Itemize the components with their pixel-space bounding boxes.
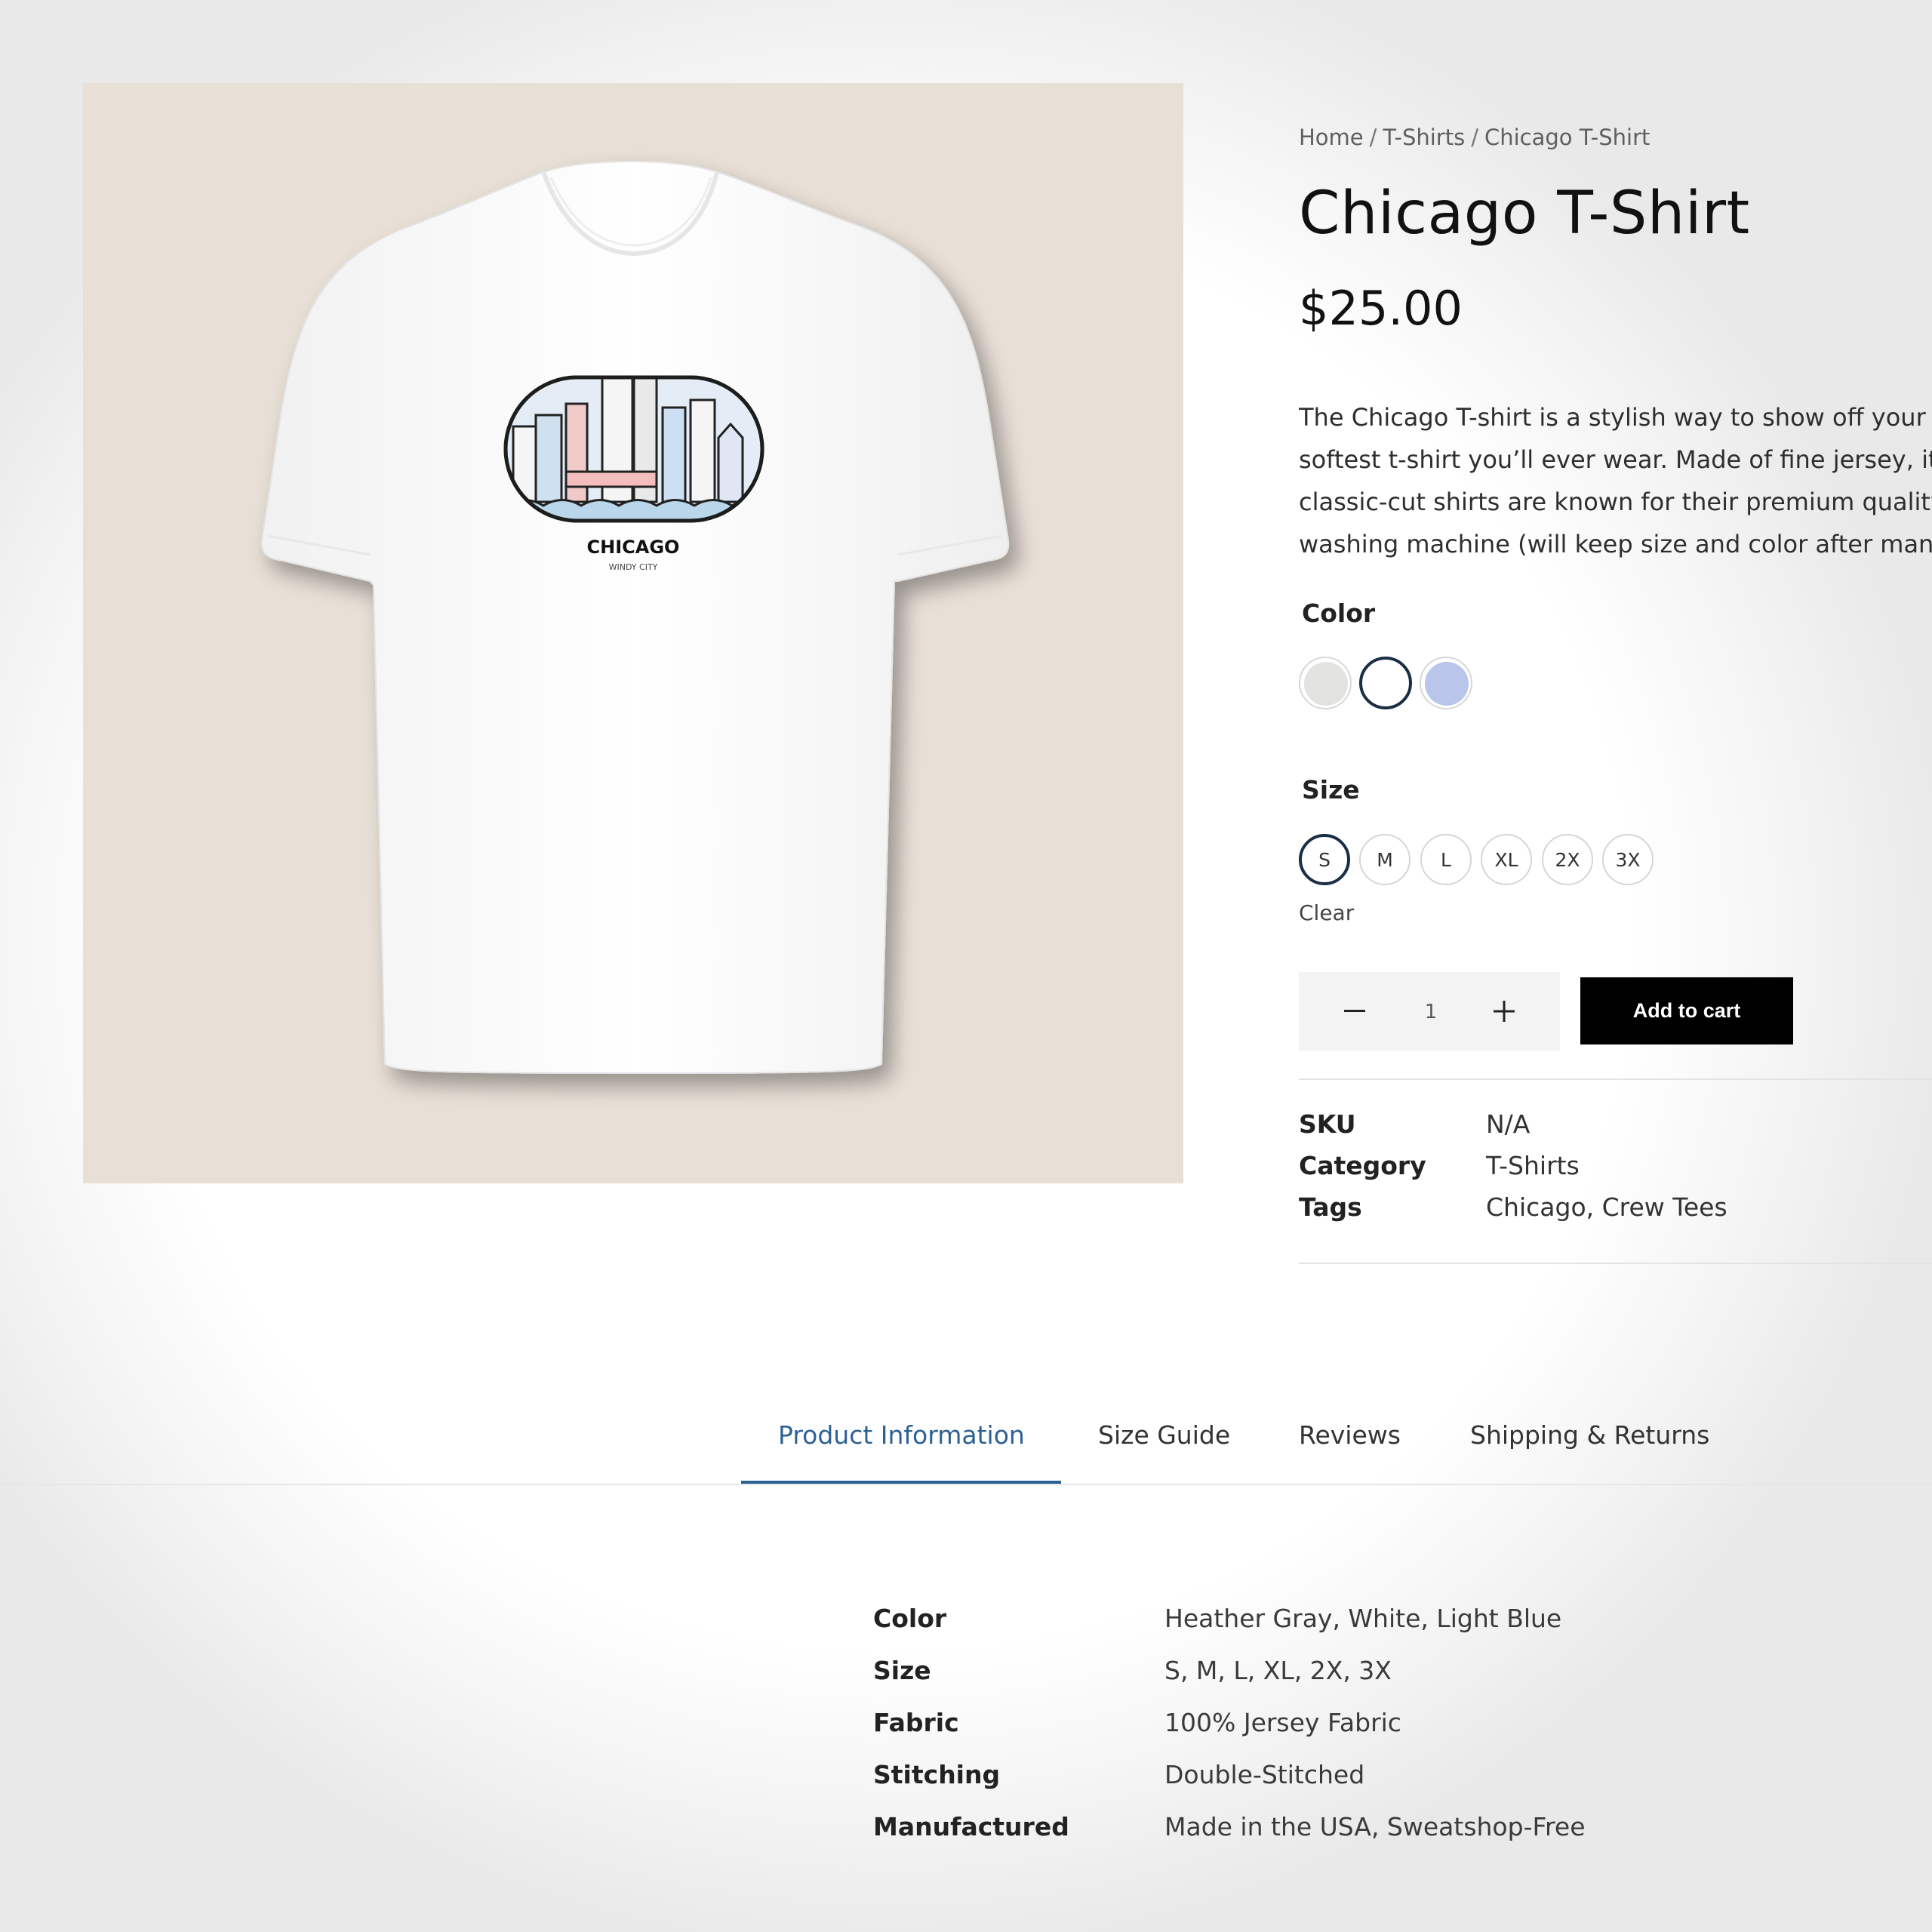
sku-label: SKU (1299, 1109, 1356, 1139)
color-swatch-light-blue[interactable] (1420, 657, 1472, 709)
info-value: Made in the USA, Sweatshop-Free (1164, 1812, 1586, 1841)
tab-shipping-returns[interactable]: Shipping & Returns (1470, 1420, 1709, 1450)
breadcrumb-home[interactable]: Home (1299, 125, 1364, 150)
description-line: softest t-shirt you’ll ever wear. Made o… (1299, 445, 1932, 474)
quantity-stepper (1299, 972, 1560, 1051)
breadcrumb-category[interactable]: T-Shirts (1383, 125, 1465, 150)
print-title: CHICAGO (587, 537, 680, 558)
minus-glyph (1344, 1010, 1365, 1012)
tag-link-crew-tees[interactable]: Crew Tees (1602, 1192, 1727, 1222)
tabs-divider (0, 1484, 1932, 1485)
meta-row-sku: SKU N/A (1299, 1109, 1903, 1151)
size-label: Size (1302, 775, 1360, 804)
info-value: 100% Jersey Fabric (1164, 1708, 1401, 1737)
tab-product-information[interactable]: Product Information (778, 1420, 1025, 1450)
info-row: Size S, M, L, XL, 2X, 3X (873, 1656, 1779, 1708)
tags-value: Chicago, Crew Tees (1486, 1192, 1727, 1222)
print-subtitle: WINDY CITY (609, 562, 658, 572)
breadcrumb-separator: / (1369, 125, 1377, 150)
color-label: Color (1302, 598, 1376, 628)
size-option-3x[interactable]: 3X (1602, 834, 1654, 885)
size-option-2x[interactable]: 2X (1542, 834, 1593, 885)
info-row: Stitching Double-Stitched (873, 1760, 1779, 1812)
meta-row-tags: Tags Chicago, Crew Tees (1299, 1192, 1903, 1234)
product-description: The Chicago T-shirt is a stylish way to … (1299, 396, 1932, 566)
info-key: Stitching (873, 1760, 1001, 1789)
add-to-cart-button[interactable]: Add to cart (1580, 977, 1793, 1044)
color-swatch-heather-gray[interactable] (1299, 657, 1352, 709)
tab-reviews[interactable]: Reviews (1299, 1420, 1401, 1450)
color-swatch-white[interactable] (1359, 657, 1412, 709)
breadcrumb-separator: / (1471, 125, 1478, 150)
size-option-m[interactable]: M (1359, 834, 1411, 885)
size-option-l[interactable]: L (1420, 834, 1472, 885)
swatch-dot (1425, 662, 1469, 706)
breadcrumb: Home / T-Shirts / Chicago T-Shirt (1299, 125, 1650, 150)
product-page: CHICAGO WINDY CITY Home / T-Shirts / Chicago… (0, 0, 1932, 1932)
divider (1299, 1263, 1932, 1264)
product-image[interactable]: CHICAGO WINDY CITY (83, 83, 1183, 1183)
size-option-xl[interactable]: XL (1481, 834, 1532, 885)
description-line: classic-cut shirts are known for their p… (1299, 488, 1932, 516)
product-info-table: Color Heather Gray, White, Light Blue Si… (873, 1604, 1779, 1864)
clear-selection-link[interactable]: Clear (1299, 900, 1354, 925)
size-option-s[interactable]: S (1299, 834, 1350, 885)
product-title: Chicago T-Shirt (1299, 180, 1750, 248)
tags-label: Tags (1299, 1192, 1362, 1222)
tshirt-illustration: CHICAGO WINDY CITY (260, 160, 1010, 1075)
product-tabs: Product Information Size Guide Reviews S… (0, 1404, 1932, 1485)
info-row: Fabric 100% Jersey Fabric (873, 1708, 1779, 1760)
swatch-dot (1364, 662, 1408, 706)
category-link[interactable]: T-Shirts (1486, 1151, 1580, 1180)
minus-icon[interactable] (1336, 995, 1374, 1028)
info-row: Color Heather Gray, White, Light Blue (873, 1604, 1779, 1656)
plus-glyph (1494, 1001, 1515, 1022)
info-key: Color (873, 1604, 947, 1633)
info-row: Manufactured Made in the USA, Sweatshop-… (873, 1812, 1779, 1864)
breadcrumb-current: Chicago T-Shirt (1484, 125, 1651, 150)
info-key: Manufactured (873, 1812, 1069, 1841)
sku-value: N/A (1486, 1109, 1531, 1139)
plus-icon[interactable] (1485, 995, 1523, 1028)
product-meta: SKU N/A Category T-Shirts Tags Chicago, … (1299, 1109, 1903, 1234)
divider (1299, 1078, 1932, 1080)
info-value: S, M, L, XL, 2X, 3X (1164, 1656, 1392, 1685)
quantity-input[interactable] (1411, 995, 1451, 1029)
tab-size-guide[interactable]: Size Guide (1098, 1420, 1230, 1450)
tag-link-chicago[interactable]: Chicago (1486, 1192, 1586, 1222)
info-value: Double-Stitched (1164, 1760, 1365, 1789)
swatch-dot (1304, 662, 1348, 706)
info-key: Fabric (873, 1708, 959, 1737)
info-value: Heather Gray, White, Light Blue (1164, 1604, 1562, 1633)
info-key: Size (873, 1656, 931, 1685)
product-price: $25.00 (1299, 281, 1463, 336)
description-line: washing machine (will keep size and colo… (1299, 530, 1932, 558)
description-line: The Chicago T-shirt is a stylish way to … (1299, 403, 1932, 432)
category-label: Category (1299, 1151, 1426, 1180)
meta-row-category: Category T-Shirts (1299, 1151, 1903, 1192)
category-value: T-Shirts (1486, 1151, 1580, 1180)
